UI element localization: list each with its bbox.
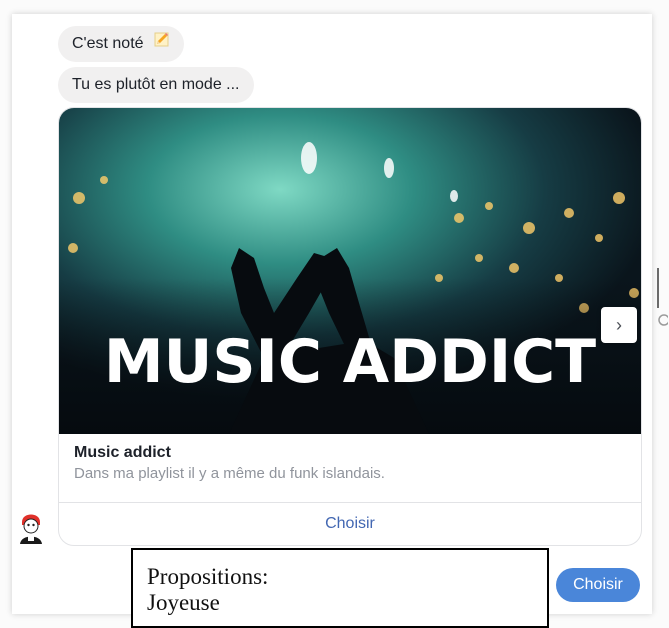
message-text: C'est noté <box>72 35 144 53</box>
card-title: Music addict <box>74 444 171 461</box>
concert-image: MUSIC ADDICT <box>59 108 641 434</box>
propositions-box: Propositions: Joyeuse <box>131 548 549 628</box>
propositions-heading: Propositions: <box>147 564 269 589</box>
pencil-icon <box>152 26 170 62</box>
message-bubble-question: Tu es plutôt en mode ... <box>58 67 254 103</box>
music-addict-card: MUSIC ADDICT Music addict Dans ma playli… <box>58 107 642 546</box>
proposition-item: Joyeuse <box>147 590 220 615</box>
message-text: Tu es plutôt en mode ... <box>72 76 240 93</box>
chevron-right-icon[interactable]: › <box>601 307 637 343</box>
card-subtitle: Dans ma playlist il y a même du funk isl… <box>74 465 385 482</box>
message-bubble-noted: C'est noté <box>58 26 184 62</box>
quick-reply-choose-button[interactable]: Choisir <box>556 568 640 602</box>
chat-window: C'est noté Tu es plutôt en mode ... MUSI… <box>12 14 652 614</box>
choose-button[interactable]: Choisir <box>59 503 641 545</box>
image-caption: MUSIC ADDICT <box>104 327 596 397</box>
bot-avatar <box>20 514 42 544</box>
scroll-edge-handle[interactable] <box>656 268 668 330</box>
